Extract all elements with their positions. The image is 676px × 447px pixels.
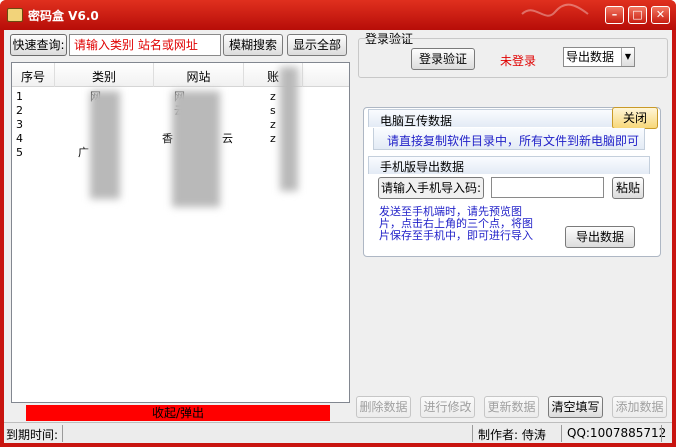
privacy-blur [280, 67, 298, 191]
privacy-blur [90, 91, 120, 199]
mobile-export-button[interactable]: 导出数据 [565, 226, 635, 248]
import-code-label: 请输入手机导入码: [378, 177, 484, 199]
show-all-button[interactable]: 显示全部 [287, 34, 347, 56]
login-status: 未登录 [500, 54, 537, 68]
column-header[interactable]: 序号 [12, 68, 54, 85]
app-logo-icon [7, 8, 23, 22]
close-panel-button[interactable]: 关闭 [612, 107, 658, 129]
title-bar[interactable]: 密码盒 V6.0 – □ ✕ [0, 0, 676, 30]
app-window: 密码盒 V6.0 – □ ✕ 快速查询: 请输入类别 站名或网址 模糊搜索 显示… [0, 0, 676, 447]
clear-form-button[interactable]: 清空填写 [548, 396, 603, 418]
mobile-instructions: 发送至手机端时，请先预览图 片，点击右上角的三个点，将图 片保存至手机中，即可进… [379, 205, 533, 242]
password-table[interactable]: 序号 类别 网站 账 1 网 网 z 2 云 s [11, 62, 350, 403]
expiry-label: 到期时间: [6, 428, 59, 442]
column-header[interactable]: 类别 [55, 68, 153, 85]
table-header: 序号 类别 网站 账 [12, 63, 349, 87]
chevron-down-icon: ▼ [621, 48, 634, 66]
client-area: 快速查询: 请输入类别 站名或网址 模糊搜索 显示全部 序号 类别 网站 账 1… [4, 30, 672, 443]
edit-button[interactable]: 进行修改 [420, 396, 475, 418]
fuzzy-search-button[interactable]: 模糊搜索 [223, 34, 283, 56]
paste-button[interactable]: 粘贴 [612, 177, 644, 199]
close-button[interactable]: ✕ [651, 6, 670, 24]
status-bar: 到期时间: 制作者: 侍涛 QQ:1007885712 [4, 422, 672, 443]
mobile-export-title: 手机版导出数据 [380, 160, 465, 174]
privacy-blur [172, 91, 220, 207]
ornament-icon [521, 3, 589, 17]
add-data-button[interactable]: 添加数据 [612, 396, 667, 418]
author-label: 制作者: 侍涛 [478, 428, 546, 442]
login-verify-button[interactable]: 登录验证 [411, 48, 475, 70]
collapse-expand-bar[interactable]: 收起/弹出 [26, 405, 330, 421]
maximize-button[interactable]: □ [628, 6, 647, 24]
search-input[interactable]: 请输入类别 站名或网址 [69, 34, 221, 56]
search-label: 快速查询: [10, 34, 67, 56]
minimize-button[interactable]: – [605, 6, 624, 24]
column-header[interactable]: 网站 [154, 68, 243, 85]
import-code-input[interactable] [491, 177, 604, 198]
window-title: 密码盒 V6.0 [28, 9, 99, 23]
update-data-button[interactable]: 更新数据 [484, 396, 539, 418]
export-select[interactable]: 导出数据 ▼ [563, 47, 635, 67]
pc-transfer-title: 电脑互传数据 [380, 114, 453, 128]
pc-transfer-message: 请直接复制软件目录中，所有文件到新电脑即可 [387, 134, 640, 148]
qq-label: QQ:1007885712 [567, 426, 667, 440]
delete-data-button[interactable]: 删除数据 [356, 396, 411, 418]
